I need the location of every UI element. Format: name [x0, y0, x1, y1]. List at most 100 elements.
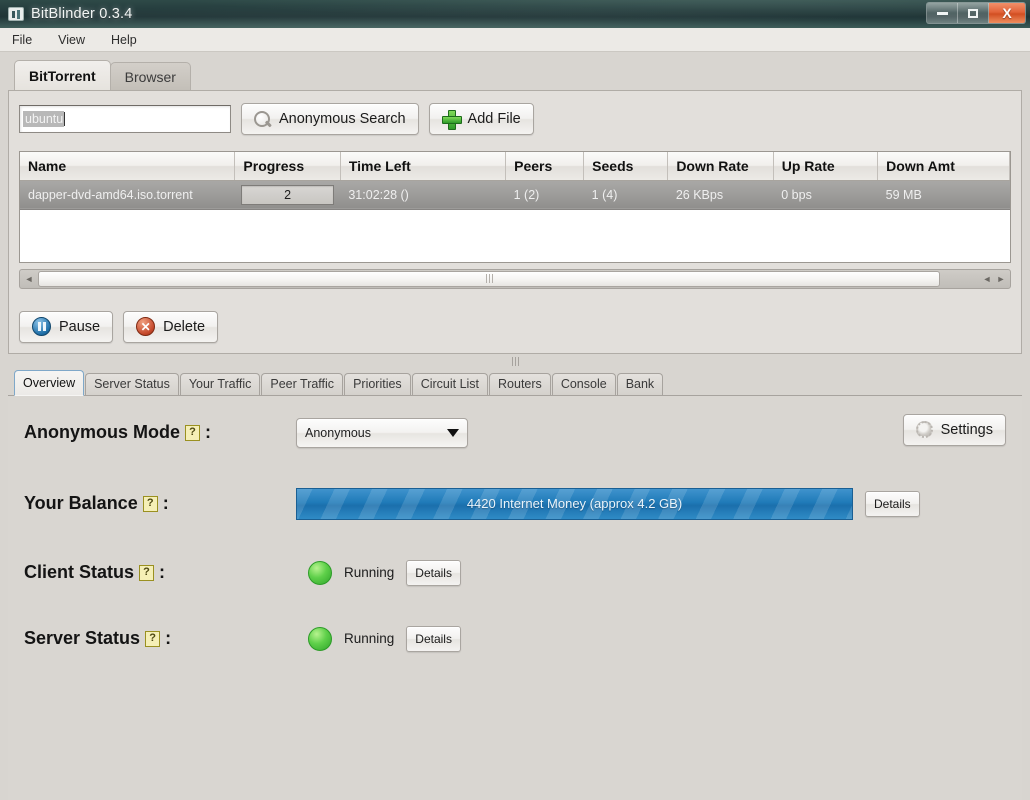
cell-progress: 2 [234, 180, 341, 210]
balance-details-button[interactable]: Details [865, 490, 920, 517]
help-icon[interactable]: ? [185, 424, 200, 441]
tab-your-traffic[interactable]: Your Traffic [179, 372, 261, 395]
add-file-button[interactable]: Add File [428, 103, 534, 135]
app-icon [8, 7, 24, 21]
server-status-colon: : [165, 628, 172, 648]
help-icon[interactable]: ? [142, 495, 158, 512]
status-indicator-icon [308, 626, 332, 651]
text-caret [64, 112, 66, 126]
column-header-time-left[interactable]: Time Left [340, 152, 507, 181]
delete-button[interactable]: ✕ Delete [123, 310, 219, 343]
search-input-value: ubuntu [23, 111, 65, 127]
scroll-left-arrow-icon[interactable]: ◄ [22, 271, 36, 287]
column-header-name[interactable]: Name [20, 152, 236, 181]
cell-seeds: 1 (4) [583, 180, 668, 210]
anonymous-search-button[interactable]: Anonymous Search [241, 103, 419, 135]
column-header-down-rate[interactable]: Down Rate [667, 152, 774, 181]
tab-priorities[interactable]: Priorities [344, 372, 411, 395]
pause-icon [32, 317, 51, 336]
pause-label: Pause [59, 318, 101, 335]
server-status-details-button[interactable]: Details [406, 625, 461, 652]
anonymous-mode-select[interactable]: Anonymous [296, 417, 468, 448]
menu-item-help[interactable]: Help [111, 33, 137, 47]
bittorrent-panel: ubuntu Anonymous Search Add File Name Pr… [8, 90, 1022, 354]
panel-splitter[interactable] [8, 354, 1022, 370]
plus-icon [441, 110, 462, 130]
client-status-label-text: Client Status [24, 562, 135, 582]
tab-console[interactable]: Console [551, 372, 616, 395]
cell-up-rate: 0 bps [773, 180, 878, 210]
anonymous-search-label: Anonymous Search [279, 111, 406, 127]
search-icon [254, 110, 271, 128]
scroll-extra-arrow-icon[interactable]: ◄ [980, 271, 994, 287]
client-status-colon: : [159, 562, 166, 582]
anonymous-mode-row: Anonymous Mode ? : Anonymous [24, 417, 1006, 448]
balance-colon: : [162, 493, 169, 513]
tab-circuit-list[interactable]: Circuit List [411, 372, 489, 395]
anonymous-mode-colon: : [205, 422, 211, 442]
add-file-label: Add File [467, 111, 521, 127]
menubar: File View Help [0, 28, 1030, 52]
tab-server-status[interactable]: Server Status [85, 372, 179, 395]
maximize-button[interactable] [958, 3, 989, 23]
progress-bar: 2 [240, 184, 335, 205]
server-status-label: Server Status ? : [24, 628, 296, 649]
status-tabstrip: Overview Server Status Your Traffic Peer… [8, 369, 1022, 396]
help-icon[interactable]: ? [139, 564, 155, 581]
balance-label-text: Your Balance [24, 493, 138, 513]
close-button[interactable]: X [989, 3, 1025, 23]
tab-bittorrent[interactable]: BitTorrent [14, 60, 111, 90]
server-status-controls: Running Details [296, 625, 1006, 652]
column-header-down-amt[interactable]: Down Amt [877, 152, 1010, 181]
torrent-table: Name Progress Time Left Peers Seeds Down… [20, 152, 1010, 210]
client-status-value: Running [344, 565, 395, 580]
settings-label: Settings [940, 421, 993, 438]
menu-item-view[interactable]: View [58, 33, 85, 47]
delete-label: Delete [163, 318, 206, 335]
column-header-seeds[interactable]: Seeds [583, 152, 669, 181]
settings-button[interactable]: Settings [902, 413, 1006, 446]
delete-icon: ✕ [136, 317, 156, 336]
cell-peers: 1 (2) [505, 180, 584, 210]
server-status-value: Running [344, 631, 395, 646]
scrollbar-thumb[interactable] [38, 270, 941, 287]
client-status-details-button[interactable]: Details [406, 559, 461, 586]
tab-browser[interactable]: Browser [109, 62, 191, 90]
chevron-down-icon [447, 428, 459, 437]
app-body: BitTorrent Browser ubuntu Anonymous Sear… [0, 52, 1030, 800]
balance-progress-bar: 4420 Internet Money (approx 4.2 GB) [296, 487, 853, 520]
column-header-peers[interactable]: Peers [505, 152, 585, 181]
balance-controls: 4420 Internet Money (approx 4.2 GB) Deta… [296, 487, 1006, 520]
column-header-progress[interactable]: Progress [234, 152, 341, 181]
balance-row: Your Balance ? : 4420 Internet Money (ap… [24, 487, 1006, 520]
torrent-list-hscrollbar[interactable]: ◄ ◄ ► [19, 268, 1011, 289]
cell-down-amt: 59 MB [877, 180, 1010, 210]
client-status-row: Client Status ? : Running Details [24, 559, 1006, 586]
anonymous-mode-controls: Anonymous [296, 417, 1006, 448]
anonymous-mode-selected-value: Anonymous [305, 425, 372, 440]
help-icon[interactable]: ? [145, 630, 161, 647]
tab-peer-traffic[interactable]: Peer Traffic [261, 372, 344, 395]
client-status-controls: Running Details [296, 559, 1006, 586]
main-tabstrip: BitTorrent Browser [8, 60, 1022, 90]
anonymous-mode-label: Anonymous Mode ? : [24, 422, 296, 443]
menu-item-file[interactable]: File [12, 33, 32, 47]
server-status-row: Server Status ? : Running Details [24, 625, 1006, 652]
table-row[interactable]: dapper-dvd-amd64.iso.torrent 2 31:02:28 … [20, 180, 1010, 210]
table-header-row: Name Progress Time Left Peers Seeds Down… [20, 152, 1010, 181]
minimize-button[interactable] [927, 3, 958, 23]
maximize-icon [968, 8, 978, 18]
search-input[interactable]: ubuntu [19, 105, 231, 133]
tab-bank[interactable]: Bank [616, 372, 664, 395]
torrent-list: Name Progress Time Left Peers Seeds Down… [19, 151, 1011, 263]
column-header-up-rate[interactable]: Up Rate [773, 152, 879, 181]
scroll-right-arrow-icon[interactable]: ► [994, 271, 1008, 287]
window-title: BitBlinder 0.3.4 [31, 6, 133, 22]
tab-routers[interactable]: Routers [489, 372, 551, 395]
balance-label: Your Balance ? : [24, 493, 296, 514]
tab-overview[interactable]: Overview [14, 369, 85, 396]
pause-button[interactable]: Pause [19, 310, 114, 343]
server-status-label-text: Server Status [24, 628, 141, 648]
scrollbar-track[interactable] [38, 270, 978, 287]
window-controls: X [926, 2, 1026, 24]
